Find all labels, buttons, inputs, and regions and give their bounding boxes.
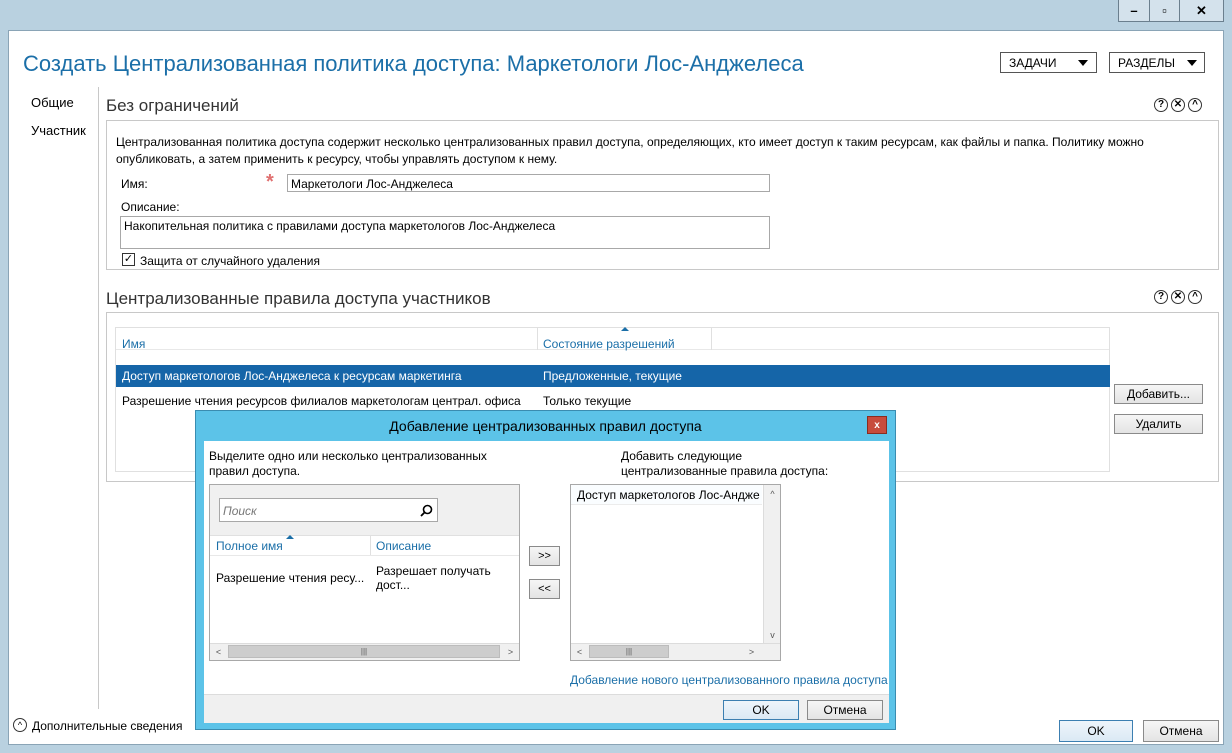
dialog-cancel-button[interactable]: Отмена xyxy=(807,700,883,720)
sort-ascending-icon xyxy=(286,535,294,539)
table-row[interactable]: Разрешение чтения ресурсов филиалов марк… xyxy=(116,390,1110,412)
members-section-icons: ? ✕ ^ xyxy=(1154,290,1202,304)
search-icon[interactable] xyxy=(420,504,433,517)
general-description: Централизованная политика доступа содерж… xyxy=(116,135,1144,166)
protect-checkbox[interactable]: ✓ xyxy=(122,253,135,266)
header-divider xyxy=(210,555,519,556)
description-label: Описание: xyxy=(121,200,180,214)
add-rules-dialog: Добавление централизованных правил досту… xyxy=(195,410,896,730)
item-name: Разрешение чтения ресу... xyxy=(216,571,365,585)
cancel-button[interactable]: Отмена xyxy=(1143,720,1219,742)
close-section-icon[interactable]: ✕ xyxy=(1171,290,1185,304)
dialog-close-button[interactable]: x xyxy=(867,416,887,434)
chevron-down-icon xyxy=(1186,59,1197,66)
scroll-right-icon[interactable]: > xyxy=(502,644,519,661)
protect-label: Защита от случайного удаления xyxy=(140,254,320,268)
column-header-description[interactable]: Описание xyxy=(376,539,431,553)
nav-item-member[interactable]: Участник xyxy=(31,123,86,138)
dialog-title: Добавление централизованных правил досту… xyxy=(389,418,702,434)
scroll-down-icon[interactable]: v xyxy=(764,626,781,643)
ok-button[interactable]: OK xyxy=(1059,720,1133,742)
help-icon[interactable]: ? xyxy=(1154,290,1168,304)
scroll-left-icon[interactable]: < xyxy=(210,644,227,661)
row-state: Предложенные, текущие xyxy=(543,369,682,383)
search-input[interactable]: Поиск xyxy=(219,498,438,522)
general-section-icons: ? ✕ ^ xyxy=(1154,98,1202,112)
table-row[interactable]: Доступ маркетологов Лос-Анджелеса к ресу… xyxy=(116,365,1110,387)
minimize-button[interactable]: – xyxy=(1119,0,1149,21)
column-divider xyxy=(537,328,538,350)
help-icon[interactable]: ? xyxy=(1154,98,1168,112)
scroll-up-icon[interactable]: ^ xyxy=(764,485,781,502)
general-panel: Централизованная политика доступа содерж… xyxy=(106,120,1219,270)
remove-rule-button[interactable]: Удалить xyxy=(1114,414,1203,434)
sort-ascending-icon xyxy=(621,327,629,331)
row-name: Доступ маркетологов Лос-Анджелеса к ресу… xyxy=(122,369,462,383)
chevron-down-icon xyxy=(1078,59,1088,66)
members-section-title: Централизованные правила доступа участни… xyxy=(106,289,491,308)
maximize-button[interactable]: ▫ xyxy=(1149,0,1179,21)
horizontal-scrollbar[interactable]: < ||| > xyxy=(571,643,780,660)
column-header-fullname[interactable]: Полное имя xyxy=(216,539,283,553)
row-name: Разрешение чтения ресурсов филиалов марк… xyxy=(122,394,521,408)
new-rule-link[interactable]: Добавление нового централизованного прав… xyxy=(570,673,888,687)
scroll-right-icon[interactable]: > xyxy=(743,644,760,661)
dialog-ok-button[interactable]: OK xyxy=(723,700,799,720)
available-rules-list: Поиск Полное имя Описание Разрешение чте… xyxy=(209,484,520,661)
page-title: Создать Централизованная политика доступ… xyxy=(23,51,804,76)
required-asterisk-icon: * xyxy=(266,171,274,193)
item-name: Доступ маркетологов Лос-Андже xyxy=(577,487,760,502)
chevron-up-icon[interactable]: ^ xyxy=(13,718,27,732)
column-header-state[interactable]: Состояние разрешений xyxy=(543,337,675,351)
window-titlebar: – ▫ ✕ xyxy=(0,0,1232,30)
name-label: Имя: xyxy=(121,177,148,191)
column-divider xyxy=(370,536,371,556)
row-state: Только текущие xyxy=(543,394,632,408)
scroll-thumb[interactable]: ||| xyxy=(228,645,500,658)
column-header-name[interactable]: Имя xyxy=(122,337,145,351)
sections-dropdown[interactable]: РАЗДЕЛЫ xyxy=(1109,52,1205,73)
name-field[interactable]: Маркетологи Лос-Анджелеса xyxy=(287,174,770,192)
sections-label: РАЗДЕЛЫ xyxy=(1118,55,1175,70)
close-section-icon[interactable]: ✕ xyxy=(1171,98,1185,112)
list-item[interactable]: Доступ маркетологов Лос-Андже xyxy=(571,485,762,505)
general-section-title: Без ограничений xyxy=(106,96,239,115)
tasks-label: ЗАДАЧИ xyxy=(1009,55,1057,70)
scroll-left-icon[interactable]: < xyxy=(571,644,588,661)
item-description: Разрешает получать дост... xyxy=(376,564,491,592)
scroll-thumb[interactable]: ||| xyxy=(589,645,669,658)
horizontal-scrollbar[interactable]: < ||| > xyxy=(210,643,519,660)
collapse-icon[interactable]: ^ xyxy=(1188,98,1202,112)
window-controls: – ▫ ✕ xyxy=(1118,0,1224,22)
right-hint: Добавить следующие централизованные прав… xyxy=(621,449,829,478)
column-divider xyxy=(711,328,712,350)
nav-item-general[interactable]: Общие xyxy=(31,95,74,110)
selected-rules-list: Доступ маркетологов Лос-Андже ^ v < ||| … xyxy=(570,484,781,661)
list-item[interactable]: Разрешение чтения ресу... Разрешает полу… xyxy=(210,564,519,592)
sidebar-nav: Общие Участник xyxy=(9,87,99,709)
add-to-selection-button[interactable]: >> xyxy=(529,546,560,566)
description-field[interactable]: Накопительная политика с правилами досту… xyxy=(120,216,770,249)
more-info-link[interactable]: Дополнительные сведения xyxy=(32,719,182,733)
remove-from-selection-button[interactable]: << xyxy=(529,579,560,599)
vertical-scrollbar[interactable]: ^ v xyxy=(763,485,780,643)
left-hint: Выделите одно или несколько централизова… xyxy=(209,449,487,478)
tasks-dropdown[interactable]: ЗАДАЧИ xyxy=(1000,52,1097,73)
window-close-button[interactable]: ✕ xyxy=(1179,0,1223,21)
collapse-icon[interactable]: ^ xyxy=(1188,290,1202,304)
dialog-body: Выделите одно или несколько централизова… xyxy=(204,441,889,723)
add-rule-button[interactable]: Добавить... xyxy=(1114,384,1203,404)
